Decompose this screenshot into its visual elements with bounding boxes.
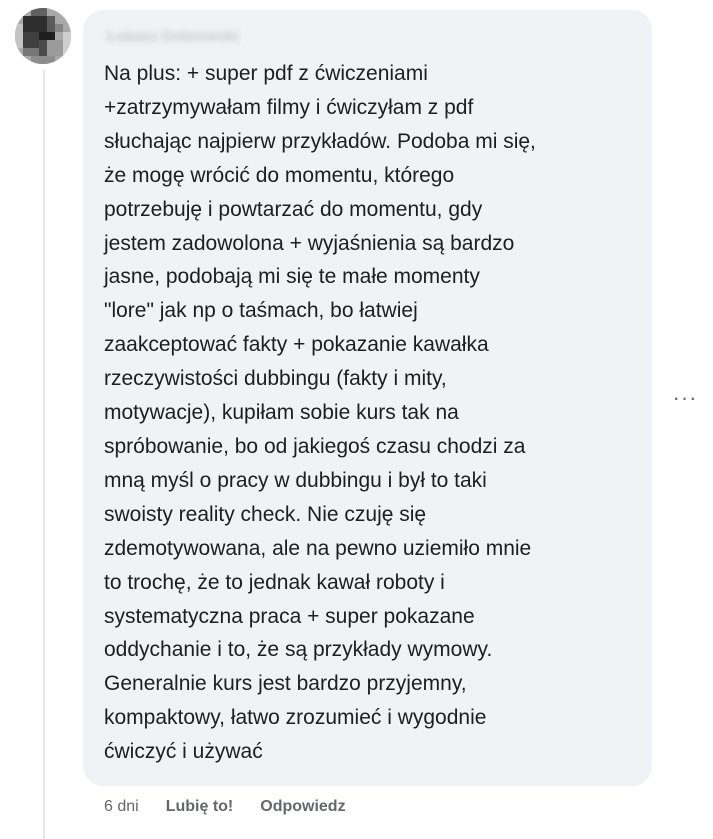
comment-text: Na plus: + super pdf z ćwiczeniami +zatr…	[104, 62, 536, 764]
thread-line	[43, 70, 45, 839]
comment-bubble: Łukasz Dobrowski Na plus: + super pdf z …	[83, 10, 652, 786]
like-button[interactable]: Lubię to!	[166, 798, 234, 816]
more-options-button[interactable]: ···	[668, 384, 702, 412]
reply-button[interactable]: Odpowiedz	[260, 798, 345, 816]
comment-thread: Łukasz Dobrowski Na plus: + super pdf z …	[0, 0, 713, 839]
more-horizontal-icon: ···	[672, 385, 698, 410]
comment-actions: 6 dni Lubię to! Odpowiedz	[104, 795, 346, 819]
timestamp[interactable]: 6 dni	[104, 798, 139, 816]
avatar[interactable]	[15, 8, 71, 64]
author-name[interactable]: Łukasz Dobrowski	[107, 28, 275, 50]
